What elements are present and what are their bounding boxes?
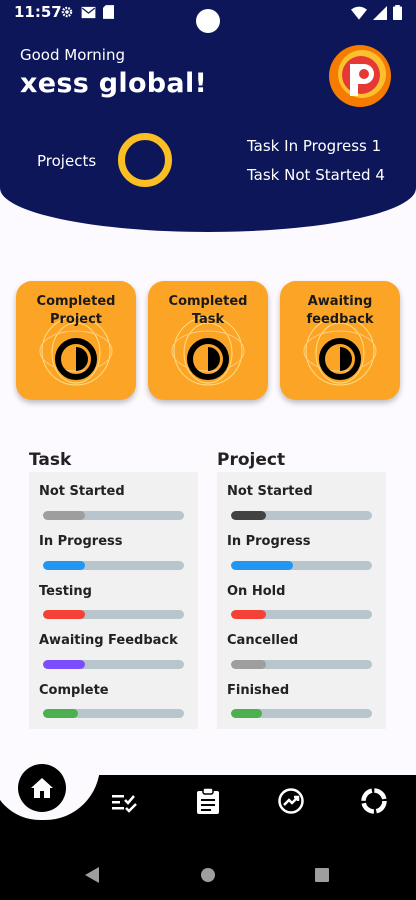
project-status-bar xyxy=(231,660,372,669)
projects-label: Projects xyxy=(37,152,97,170)
project-status-bar-fill xyxy=(231,610,267,619)
task-status-bar xyxy=(43,709,184,718)
progress-ring-icon xyxy=(55,338,97,380)
task-status-label: In Progress xyxy=(39,534,123,549)
project-status-bar-fill xyxy=(231,660,267,669)
card-awaiting-feedback[interactable]: Awaiting feedback xyxy=(280,281,400,400)
task-status-bar xyxy=(43,561,184,570)
card-completed-project[interactable]: Completed Project xyxy=(16,281,136,400)
progress-ring-icon xyxy=(319,338,361,380)
task-status-bar xyxy=(43,610,184,619)
settings-icon xyxy=(61,6,73,18)
project-status-bar-fill xyxy=(231,511,267,520)
status-icons-right xyxy=(351,5,402,20)
task-status-bar-fill xyxy=(43,660,86,669)
project-status-bar xyxy=(231,610,372,619)
trending-icon[interactable] xyxy=(277,787,305,815)
progress-ring-icon xyxy=(187,338,229,380)
card-title: Completed Task xyxy=(168,294,248,327)
sim-icon xyxy=(103,5,114,19)
home-circle-icon[interactable] xyxy=(200,866,216,884)
project-status-bar xyxy=(231,709,372,718)
task-status-panel: Not Started In Progress Testing Awaiting… xyxy=(29,472,198,729)
wifi-icon xyxy=(351,6,367,20)
status-icons-left xyxy=(60,5,114,19)
loading-ring-icon[interactable] xyxy=(360,787,388,815)
project-status-panel: Not Started In Progress On Hold Cancelle… xyxy=(217,472,386,729)
project-status-label: Not Started xyxy=(227,484,313,499)
project-status-bar-fill xyxy=(231,709,263,718)
dashboard-header: Good Morning xess global! Projects Task … xyxy=(0,26,416,232)
card-title: Awaiting feedback xyxy=(306,294,374,327)
card-title: Completed Project xyxy=(36,294,116,327)
task-status-bar-fill xyxy=(43,561,86,570)
camera-cutout xyxy=(196,9,220,33)
tasks-in-progress: Task In Progress 1 xyxy=(247,137,382,155)
task-status-label: Testing xyxy=(39,584,92,599)
task-status-bar xyxy=(43,660,184,669)
project-status-bar-fill xyxy=(231,561,294,570)
project-status-label: In Progress xyxy=(227,534,311,549)
recents-icon[interactable] xyxy=(314,866,330,884)
task-panel-title: Task xyxy=(29,450,72,470)
project-status-label: Cancelled xyxy=(227,633,299,648)
status-time: 11:57 xyxy=(14,3,62,21)
mail-icon xyxy=(81,6,96,18)
greeting-text: Good Morning xyxy=(20,46,125,64)
tasks-not-started: Task Not Started 4 xyxy=(247,166,385,184)
task-status-bar-fill xyxy=(43,511,86,520)
project-status-label: Finished xyxy=(227,683,290,698)
clipboard-icon[interactable] xyxy=(194,787,222,815)
task-status-label: Complete xyxy=(39,683,109,698)
battery-icon xyxy=(393,5,402,20)
task-status-bar xyxy=(43,511,184,520)
task-status-label: Not Started xyxy=(39,484,125,499)
project-status-bar xyxy=(231,561,372,570)
home-button[interactable] xyxy=(18,764,66,812)
task-status-label: Awaiting Feedback xyxy=(39,633,178,648)
task-status-bar-fill xyxy=(43,709,79,718)
signal-icon xyxy=(373,5,387,20)
card-completed-task[interactable]: Completed Task xyxy=(148,281,268,400)
home-icon xyxy=(31,778,53,798)
projects-ring xyxy=(118,133,172,187)
company-logo[interactable] xyxy=(328,44,392,108)
task-status-bar-fill xyxy=(43,610,86,619)
back-icon[interactable] xyxy=(84,866,100,884)
user-name: xess global! xyxy=(20,68,208,99)
project-panel-title: Project xyxy=(217,450,286,470)
project-status-label: On Hold xyxy=(227,584,286,599)
project-status-bar xyxy=(231,511,372,520)
tasks-list-icon[interactable] xyxy=(111,787,139,815)
